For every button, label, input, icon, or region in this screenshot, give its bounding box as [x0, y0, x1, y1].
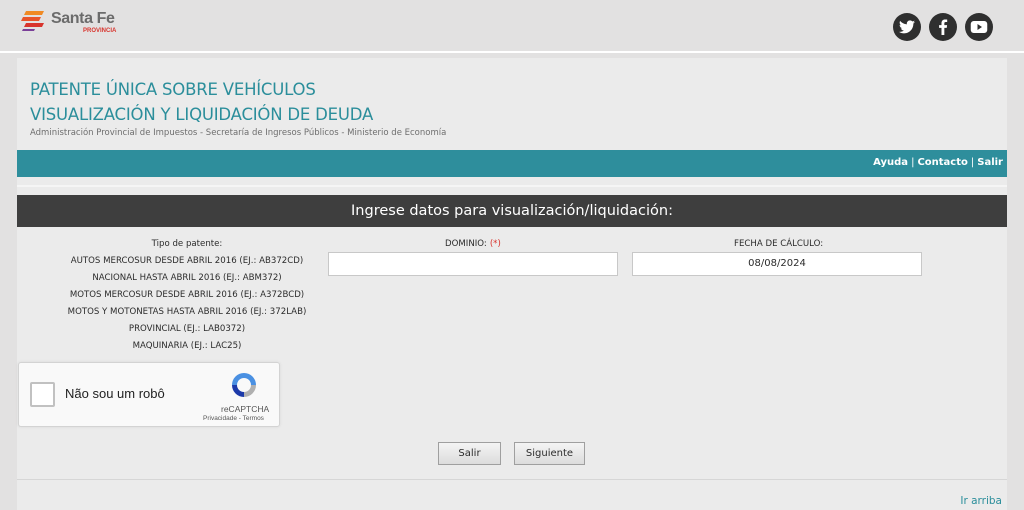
nav-link-ayuda[interactable]: Ayuda	[873, 157, 908, 168]
recaptcha-brand: reCAPTCHA	[221, 404, 270, 414]
patent-type-title: Tipo de patente:	[151, 239, 223, 249]
recaptcha-widget: Não sou um robô reCAPTCHA Privacidade - …	[18, 362, 280, 427]
patent-type-item: MOTOS Y MOTONETAS HASTA ABRIL 2016 (EJ.:…	[67, 307, 307, 317]
required-mark: (*)	[489, 239, 501, 249]
form-heading: Ingrese datos para visualización/liquida…	[17, 195, 1007, 227]
nav-link-salir[interactable]: Salir	[977, 157, 1003, 168]
dominio-input[interactable]	[328, 252, 618, 276]
page-subtitle: Administración Provincial de Impuestos -…	[30, 128, 447, 138]
santa-fe-logo[interactable]: Santa Fe PROVINCIA	[20, 10, 116, 36]
recaptcha-checkbox[interactable]	[30, 382, 55, 407]
divider	[17, 185, 1007, 187]
form-body: Tipo de patente: AUTOS MERCOSUR DESDE AB…	[17, 227, 1007, 480]
top-bar: Santa Fe PROVINCIA	[0, 0, 1024, 53]
patent-type-item: NACIONAL HASTA ABRIL 2016 (EJ.: ABM372)	[92, 273, 282, 283]
logo-subtext: PROVINCIA	[83, 28, 117, 34]
nav-links: Ayuda | Contacto | Salir	[873, 157, 1003, 168]
dominio-label: DOMINIO: (*)	[445, 239, 501, 249]
nav-link-contacto[interactable]: Contacto	[917, 157, 967, 168]
patent-type-item: MOTOS MERCOSUR DESDE ABRIL 2016 (EJ.: A3…	[69, 290, 305, 300]
facebook-icon	[939, 19, 948, 35]
facebook-button[interactable]	[929, 13, 957, 41]
fecha-calculo-input[interactable]: 08/08/2024	[632, 252, 922, 276]
main-content: PATENTE ÚNICA SOBRE VEHÍCULOS VISUALIZAC…	[17, 58, 1007, 510]
patent-type-list: Tipo de patente: AUTOS MERCOSUR DESDE AB…	[41, 236, 333, 355]
dominio-label-text: DOMINIO:	[445, 239, 487, 249]
page-title-secondary: VISUALIZACIÓN Y LIQUIDACIÓN DE DEUDA	[30, 105, 374, 124]
nav-separator: |	[911, 157, 915, 168]
santa-fe-flag-icon	[21, 11, 44, 31]
recaptcha-terms-link[interactable]: Privacidade - Termos	[203, 415, 264, 422]
recaptcha-icon	[232, 373, 256, 397]
logo-text: Santa Fe	[51, 10, 115, 27]
twitter-icon	[899, 20, 915, 34]
recaptcha-label: Não sou um robô	[65, 386, 165, 401]
page-title: PATENTE ÚNICA SOBRE VEHÍCULOS	[30, 80, 316, 99]
fecha-calculo-label: FECHA DE CÁLCULO:	[734, 239, 824, 249]
siguiente-button[interactable]: Siguiente	[514, 442, 585, 465]
youtube-button[interactable]	[965, 13, 993, 41]
patent-type-item: AUTOS MERCOSUR DESDE ABRIL 2016 (EJ.: AB…	[70, 256, 304, 266]
back-to-top-link[interactable]: Ir arriba	[960, 495, 1002, 507]
nav-bar: Ayuda | Contacto | Salir	[17, 150, 1007, 177]
nav-separator: |	[970, 157, 975, 168]
salir-button[interactable]: Salir	[438, 442, 501, 465]
patent-type-item: MAQUINARIA (EJ.: LAC25)	[132, 341, 242, 351]
twitter-button[interactable]	[893, 13, 921, 41]
patent-type-item: PROVINCIAL (EJ.: LAB0372)	[128, 324, 246, 334]
youtube-icon	[970, 21, 988, 33]
